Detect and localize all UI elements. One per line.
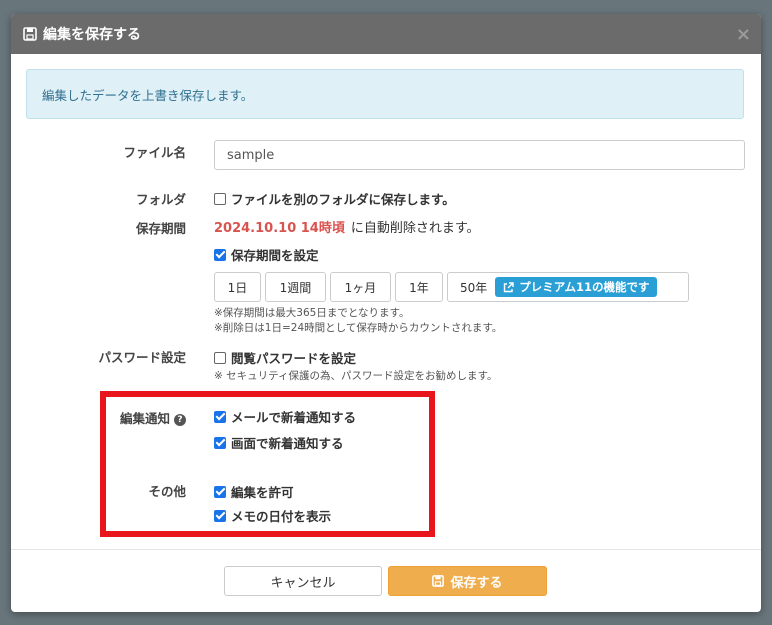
password-note: ※ セキュリティ保護の為、パスワード設定をお勧めします。 xyxy=(214,370,498,382)
retention-set-label: 保存期間を設定 xyxy=(231,248,319,263)
external-link-icon xyxy=(504,281,514,292)
dialog-title: 編集を保存する xyxy=(43,27,141,43)
period-1-week-button[interactable]: 1週間 xyxy=(265,272,326,302)
retention-info: 2024.10.10 14時頃 に自動削除されます。 xyxy=(214,217,480,236)
password-checkbox-label: 閲覧パスワードを設定 xyxy=(231,351,357,366)
allow-edit-label: 編集を許可 xyxy=(231,485,294,500)
retention-note-count: ※削除日は1日=24時間として保存時からカウントされます。 xyxy=(214,322,503,334)
folder-checkbox-label: ファイルを別のフォルダに保存します。 xyxy=(231,192,455,207)
save-dialog: 編集を保存する × 編集したデータを上書き保存します。 ファイル名 フォルダ フ… xyxy=(11,14,761,612)
period-50-year-button[interactable]: 50年 プレミアム11の機能です xyxy=(447,272,689,302)
save-button-label: 保存する xyxy=(450,575,503,591)
question-circle-icon[interactable]: ? xyxy=(174,414,186,426)
dialog-header: 編集を保存する × xyxy=(11,14,761,54)
premium-badge[interactable]: プレミアム11の機能です xyxy=(495,277,658,297)
footer-divider xyxy=(11,549,761,550)
floppy-disk-icon xyxy=(23,27,37,41)
notify-label: 編集通知? xyxy=(11,408,186,427)
password-checkbox[interactable] xyxy=(214,351,226,364)
password-option[interactable]: 閲覧パスワードを設定 xyxy=(214,348,356,367)
notify-label-text: 編集通知 xyxy=(119,411,170,426)
retention-label: 保存期間 xyxy=(135,221,186,236)
period-1-day-button[interactable]: 1日 xyxy=(214,272,261,302)
period-1-year-button[interactable]: 1年 xyxy=(395,272,443,302)
retention-note-max: ※保存期間は最大365日までとなります。 xyxy=(214,307,410,319)
info-alert: 編集したデータを上書き保存します。 xyxy=(26,69,744,119)
premium-badge-label: プレミアム11の機能です xyxy=(519,280,650,294)
filename-label: ファイル名 xyxy=(123,145,186,160)
folder-label: フォルダ xyxy=(135,192,186,207)
memo-date-option[interactable]: メモの日付を表示 xyxy=(214,506,331,525)
close-icon[interactable]: × xyxy=(736,24,751,45)
filename-input[interactable] xyxy=(214,140,745,170)
period-50-year-label: 50年 xyxy=(460,280,488,295)
retention-suffix: に自動削除されます。 xyxy=(350,221,480,236)
memo-date-checkbox[interactable] xyxy=(214,509,226,522)
notify-screen-label: 画面で新着通知する xyxy=(231,436,344,451)
notify-screen-option[interactable]: 画面で新着通知する xyxy=(214,433,344,452)
retention-period-buttons: 1日 1週間 1ヶ月 1年 50年 プレミアム11の機能です xyxy=(214,272,693,302)
notify-mail-checkbox[interactable] xyxy=(214,410,226,423)
retention-set-option[interactable]: 保存期間を設定 xyxy=(214,245,319,264)
other-label: その他 xyxy=(148,484,186,499)
allow-edit-option[interactable]: 編集を許可 xyxy=(214,482,294,501)
folder-option[interactable]: ファイルを別のフォルダに保存します。 xyxy=(214,189,455,208)
notify-screen-checkbox[interactable] xyxy=(214,436,226,449)
notify-mail-label: メールで新着通知する xyxy=(231,410,357,425)
notify-mail-option[interactable]: メールで新着通知する xyxy=(214,407,356,426)
cancel-button[interactable]: キャンセル xyxy=(224,566,382,596)
retention-date: 2024.10.10 14時頃 xyxy=(214,221,345,236)
retention-set-checkbox[interactable] xyxy=(214,248,226,261)
password-label: パスワード設定 xyxy=(98,350,186,365)
period-1-month-button[interactable]: 1ヶ月 xyxy=(330,272,391,302)
allow-edit-checkbox[interactable] xyxy=(214,485,226,498)
floppy-disk-icon xyxy=(432,575,445,587)
save-button[interactable]: 保存する xyxy=(388,566,547,596)
folder-checkbox[interactable] xyxy=(214,192,226,205)
memo-date-label: メモの日付を表示 xyxy=(231,509,332,524)
